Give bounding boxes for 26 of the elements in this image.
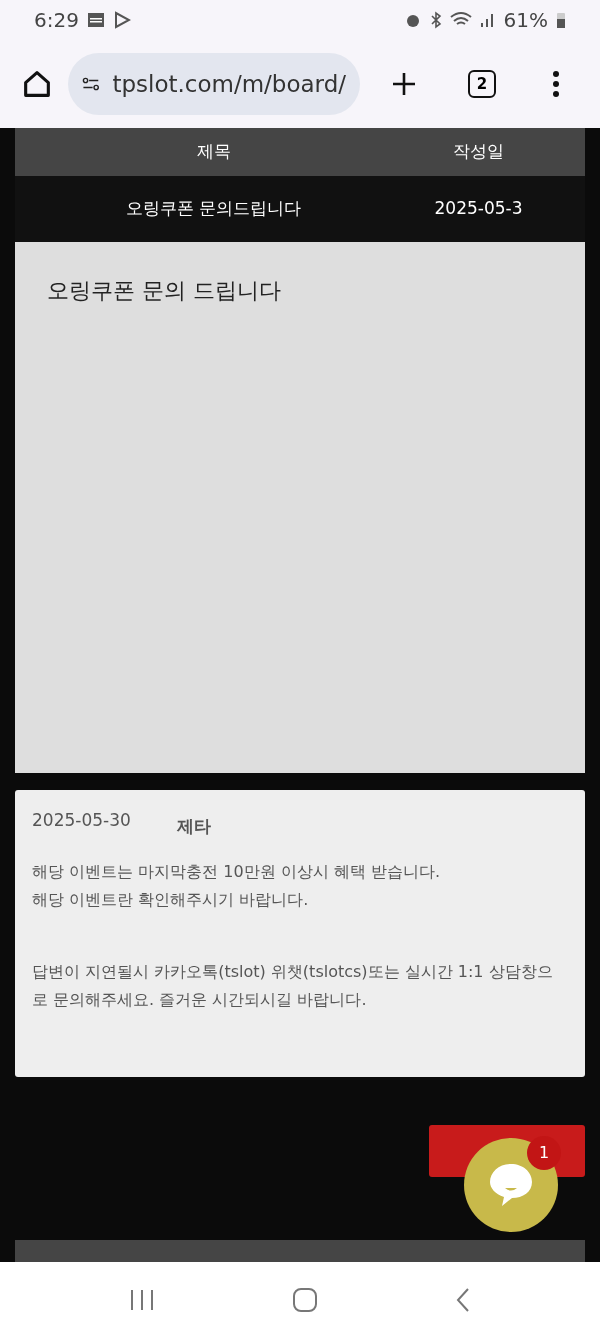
url-text: tpslot.com/m/board/ <box>112 69 346 99</box>
more-icon[interactable] <box>552 70 560 98</box>
answer-paragraph: 해당 이벤트는 마지막충전 10만원 이상시 혜택 받습니다. 해당 이벤트란 확인해주시기 바랍니다. <box>32 860 441 911</box>
answer-paragraph: 답변이 지연될시 카카오톡(tslot) 위챗(tslotcs)또는 실시간 1:1 상담창으로 문의해주세요. 즐거운 시간되시길 바랍니다. <box>32 960 554 1011</box>
battery-percent: 61% <box>503 7 548 34</box>
answer-category: 제타 <box>176 815 211 838</box>
speech-bubble-icon <box>488 1162 534 1208</box>
address-bar[interactable]: tpslot.com/m/board/ <box>68 53 360 115</box>
answer-date: 2025-05-30 <box>32 809 131 832</box>
battery-icon <box>556 11 566 29</box>
table-row[interactable]: 오링쿠폰 문의드립니다 2025-05-3 <box>15 176 585 242</box>
recent-apps-icon[interactable] <box>128 1288 155 1312</box>
tab-count-button[interactable]: 2 <box>468 70 496 98</box>
status-time: 6:29 <box>34 7 79 34</box>
column-header: 작성일 <box>452 140 505 164</box>
home-button-icon[interactable] <box>292 1287 318 1313</box>
play-icon <box>112 11 131 29</box>
post-title: 오링쿠폰 문의드립니다 <box>124 197 303 221</box>
news-icon <box>86 12 105 28</box>
column-header: 제목 <box>195 140 232 164</box>
post-date: 2025-05-3 <box>433 197 524 221</box>
bluetooth-icon <box>429 11 442 29</box>
post-body: 오링쿠폰 문의 드립니다 <box>47 277 282 305</box>
signal-icon <box>479 12 496 28</box>
back-icon[interactable] <box>455 1287 472 1313</box>
new-tab-icon[interactable] <box>390 70 418 98</box>
